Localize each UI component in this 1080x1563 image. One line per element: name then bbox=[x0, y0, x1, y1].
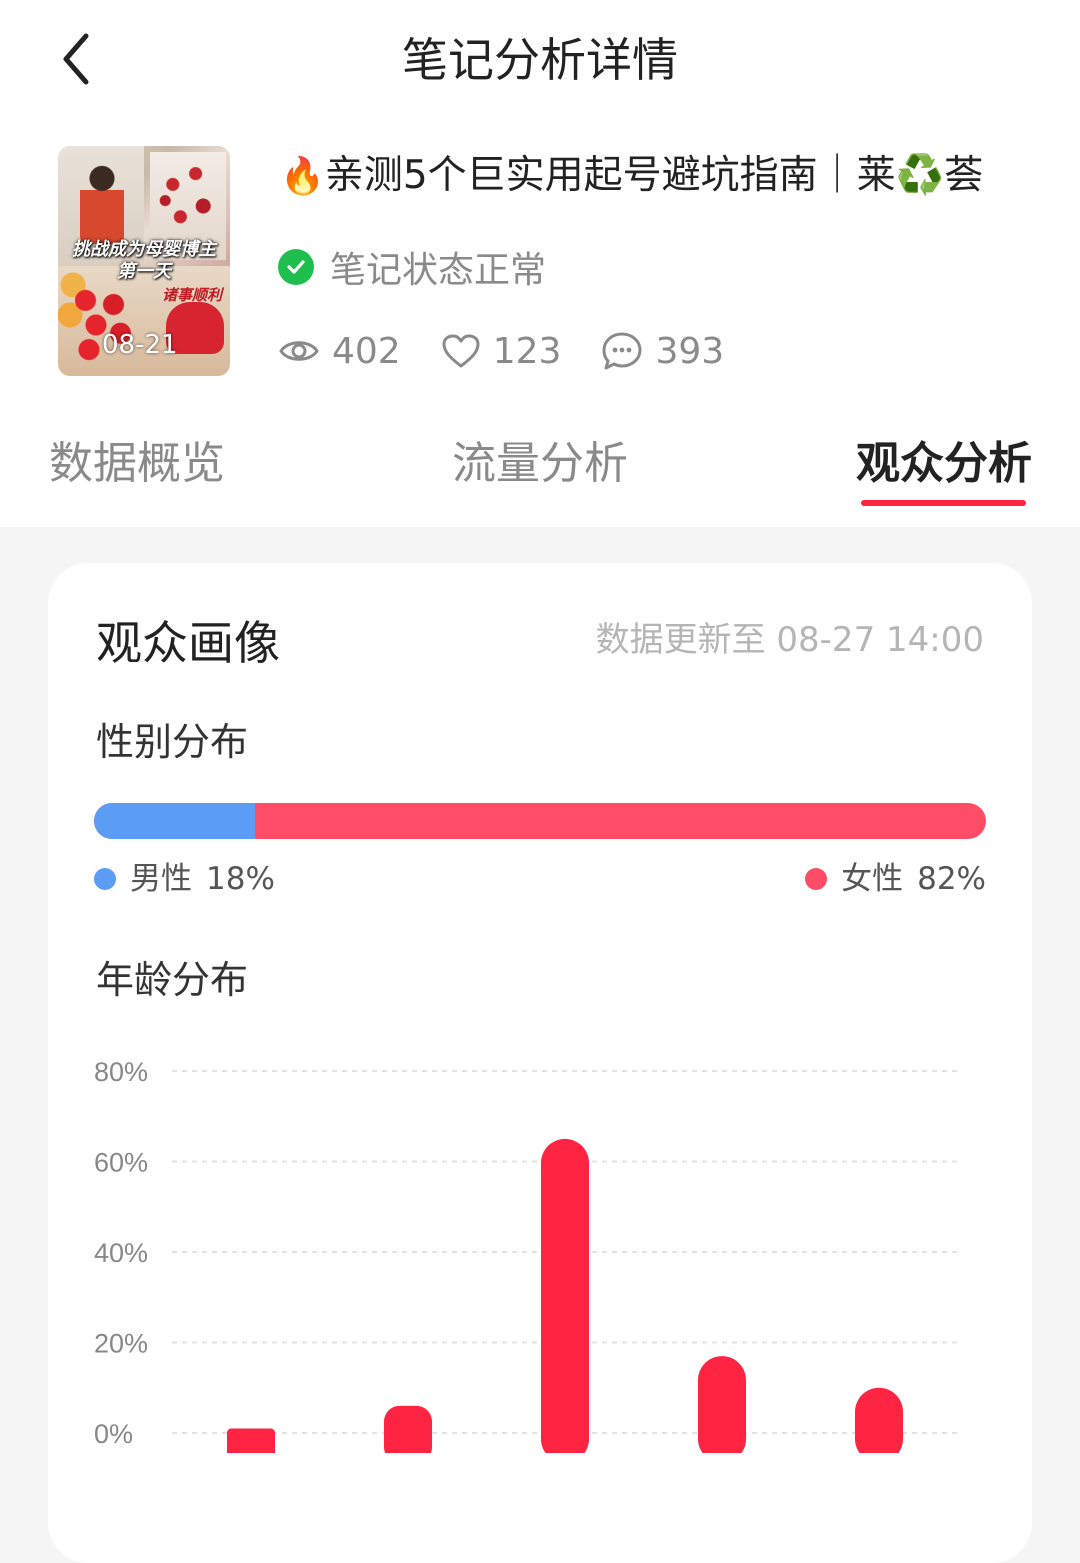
male-percent: 18% bbox=[206, 861, 275, 897]
tab-audience-analysis[interactable]: 观众分析 bbox=[856, 436, 1032, 492]
male-dot-icon bbox=[94, 868, 116, 890]
gender-section-title: 性别分布 bbox=[96, 720, 249, 764]
y-tick-label: 20% bbox=[94, 1329, 148, 1359]
age-bar[interactable] bbox=[384, 1405, 432, 1453]
comment-bubble-icon bbox=[602, 332, 642, 370]
views-count: 402 bbox=[332, 330, 401, 372]
card-title: 观众画像 bbox=[96, 616, 280, 670]
note-status: 笔记状态正常 bbox=[278, 244, 547, 291]
page-title: 笔记分析详情 bbox=[402, 33, 678, 87]
age-bar[interactable] bbox=[541, 1138, 589, 1453]
eye-icon bbox=[279, 341, 319, 361]
female-dot-icon bbox=[805, 868, 828, 890]
analysis-tabs: 数据概览 流量分析 观众分析 bbox=[0, 426, 1080, 526]
comments-count: 393 bbox=[655, 330, 725, 372]
heart-icon bbox=[442, 334, 480, 368]
tab-data-overview[interactable]: 数据概览 bbox=[49, 436, 225, 492]
cover-caption-sub: 第一天 bbox=[117, 261, 171, 282]
tab-traffic-analysis[interactable]: 流量分析 bbox=[452, 436, 628, 492]
top-section: 笔记分析详情 挑战成为母婴博主 第一天 诸事顺利 08-21 🔥亲测5个巨实用起… bbox=[0, 0, 1080, 527]
y-tick-label: 40% bbox=[94, 1238, 148, 1268]
status-text: 笔记状态正常 bbox=[330, 250, 547, 291]
female-label: 女性 bbox=[841, 861, 904, 897]
active-tab-indicator bbox=[861, 500, 1026, 506]
fire-icon: 🔥 bbox=[280, 156, 325, 197]
age-bar[interactable] bbox=[698, 1356, 746, 1453]
cover-caption: 挑战成为母婴博主 bbox=[72, 239, 216, 260]
note-cover-thumbnail[interactable]: 挑战成为母婴博主 第一天 诸事顺利 08-21 bbox=[58, 146, 230, 376]
gender-distribution-bar bbox=[94, 803, 986, 839]
note-stats: 402 123 393 bbox=[278, 326, 764, 376]
cover-script-text: 诸事顺利 bbox=[162, 286, 223, 304]
male-label: 男性 bbox=[130, 861, 192, 897]
note-title[interactable]: 🔥亲测5个巨实用起号避坑指南｜莱♻️荟 bbox=[280, 150, 983, 203]
audience-profile-card: 观众画像 数据更新至 08-27 14:00 性别分布 男性 18% 女性 82… bbox=[48, 563, 1032, 1563]
likes-stat: 123 bbox=[441, 330, 562, 372]
age-bar[interactable] bbox=[227, 1428, 275, 1453]
y-tick-label: 60% bbox=[94, 1148, 148, 1178]
likes-count: 123 bbox=[492, 330, 562, 372]
cover-date: 08-21 bbox=[102, 330, 178, 360]
y-tick-label: 0% bbox=[94, 1419, 133, 1449]
y-tick-label: 80% bbox=[94, 1057, 148, 1087]
age-bar[interactable] bbox=[855, 1387, 903, 1453]
comments-stat: 393 bbox=[601, 331, 724, 372]
gender-bar-male bbox=[94, 803, 255, 839]
female-percent: 82% bbox=[917, 861, 986, 897]
age-distribution-chart: 80% 60% 40% 20% 0% bbox=[94, 1057, 958, 1453]
age-section-title: 年龄分布 bbox=[96, 958, 249, 1002]
note-title-text: 亲测5个巨实用起号避坑指南｜莱♻️荟 bbox=[324, 153, 984, 198]
views-stat: 402 bbox=[278, 331, 401, 372]
legend-female: 女性 82% bbox=[805, 857, 986, 901]
check-circle-icon bbox=[278, 249, 314, 285]
update-time: 数据更新至 08-27 14:00 bbox=[595, 620, 984, 660]
legend-male: 男性 18% bbox=[94, 857, 275, 901]
